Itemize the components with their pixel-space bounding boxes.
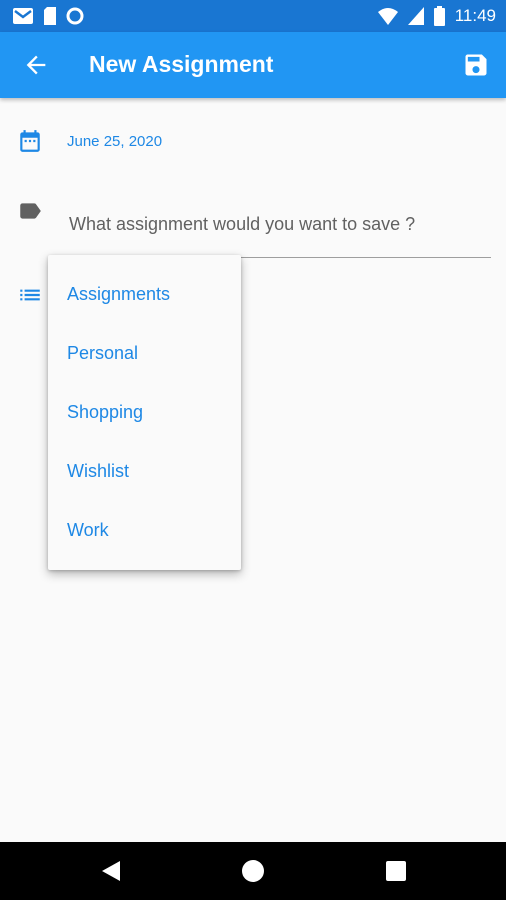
sim-card-icon xyxy=(44,7,56,25)
assignment-input[interactable] xyxy=(67,192,491,258)
wifi-icon xyxy=(377,8,398,25)
menu-item-work[interactable]: Work xyxy=(48,501,241,560)
cell-signal-icon xyxy=(407,7,424,25)
list-icon[interactable] xyxy=(17,282,43,308)
clock: 11:49 xyxy=(454,6,496,25)
gmail-icon xyxy=(13,8,33,24)
status-left-icons xyxy=(12,7,84,25)
arrow-back-icon[interactable] xyxy=(22,51,50,79)
category-dropdown-menu: Assignments Personal Shopping Wishlist W… xyxy=(48,255,241,570)
menu-item-personal[interactable]: Personal xyxy=(48,324,241,383)
nav-recent-apps-icon[interactable] xyxy=(386,861,406,881)
status-right-icons: 11:49 xyxy=(377,0,496,32)
nav-back-icon[interactable] xyxy=(100,860,122,882)
nav-home-icon[interactable] xyxy=(242,860,264,882)
circle-status-icon xyxy=(66,7,84,25)
save-icon[interactable] xyxy=(462,51,490,79)
status-bar: 11:49 xyxy=(0,0,506,32)
app-bar: New Assignment xyxy=(0,32,506,98)
menu-item-assignments[interactable]: Assignments xyxy=(48,265,241,324)
battery-icon xyxy=(433,6,445,26)
menu-item-shopping[interactable]: Shopping xyxy=(48,383,241,442)
date-value[interactable]: June 25, 2020 xyxy=(67,133,162,150)
menu-item-wishlist[interactable]: Wishlist xyxy=(48,442,241,501)
label-icon xyxy=(20,203,41,219)
system-nav-bar xyxy=(0,842,506,900)
page-title: New Assignment xyxy=(89,51,274,77)
calendar-icon[interactable] xyxy=(17,128,43,154)
